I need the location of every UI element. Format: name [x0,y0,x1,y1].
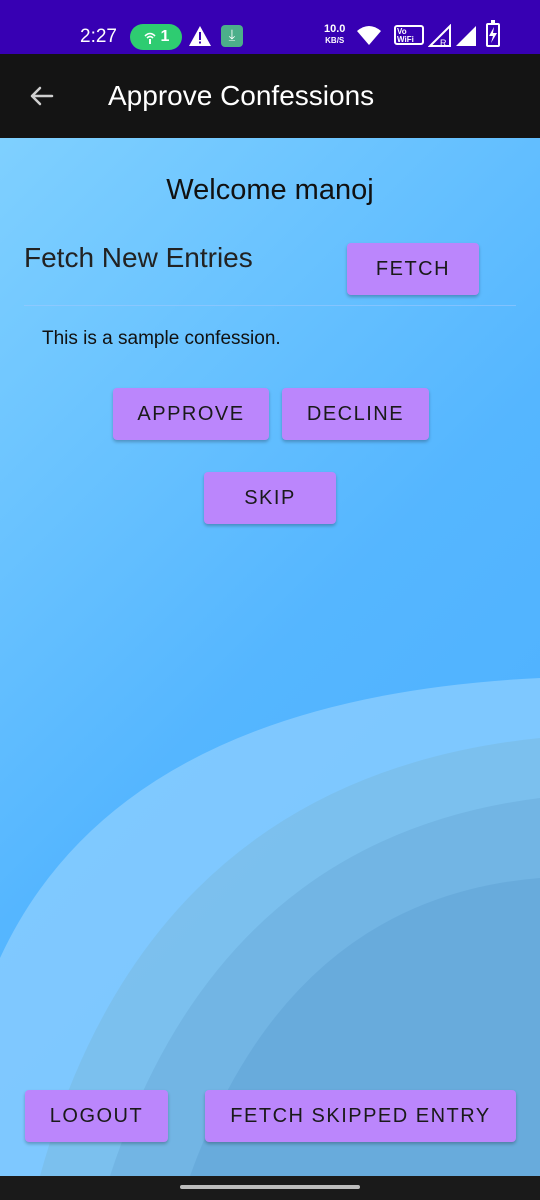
skip-button[interactable]: SKIP [204,472,336,524]
signal-icon: R [428,24,451,48]
status-bar: 2:27 1 ⤓ 10.0 KB/S Vo WiFi R [0,0,540,54]
battery-charging-icon [486,20,500,47]
wifi-icon [357,26,381,45]
network-speed: 10.0 KB/S [324,24,345,46]
warning-icon [189,26,211,46]
welcome-text: Welcome manoj [166,174,374,206]
page-title: Approve Confessions [108,80,375,111]
decline-button[interactable]: DECLINE [282,388,429,440]
divider [24,305,516,306]
hotspot-count: 1 [160,28,170,45]
hotspot-icon: 1 [130,24,182,50]
logout-button[interactable]: LOGOUT [25,1090,168,1142]
main-content: Welcome manoj Fetch New Entries FETCH Th… [0,138,540,1176]
download-icon: ⤓ [221,25,243,47]
fetch-skipped-entry-button[interactable]: FETCH SKIPPED ENTRY [205,1090,516,1142]
arrow-back-icon[interactable] [26,80,58,112]
signal-roaming-label: R [440,38,447,48]
confession-text: This is a sample confession. [42,328,281,349]
approve-button[interactable]: APPROVE [113,388,269,440]
speed-unit: KB/S [325,36,345,45]
signal-icon [456,26,476,46]
volte-bottom: WiFi [397,35,414,44]
fetch-button[interactable]: FETCH [347,243,479,295]
status-time: 2:27 [80,26,117,47]
volte-wifi-icon: Vo WiFi [394,25,424,45]
gesture-handle[interactable] [180,1185,360,1189]
speed-value: 10.0 [324,23,346,35]
app-bar: Approve Confessions [0,54,540,138]
navigation-bar [0,1176,540,1200]
fetch-new-entries-label: Fetch New Entries [24,242,253,273]
